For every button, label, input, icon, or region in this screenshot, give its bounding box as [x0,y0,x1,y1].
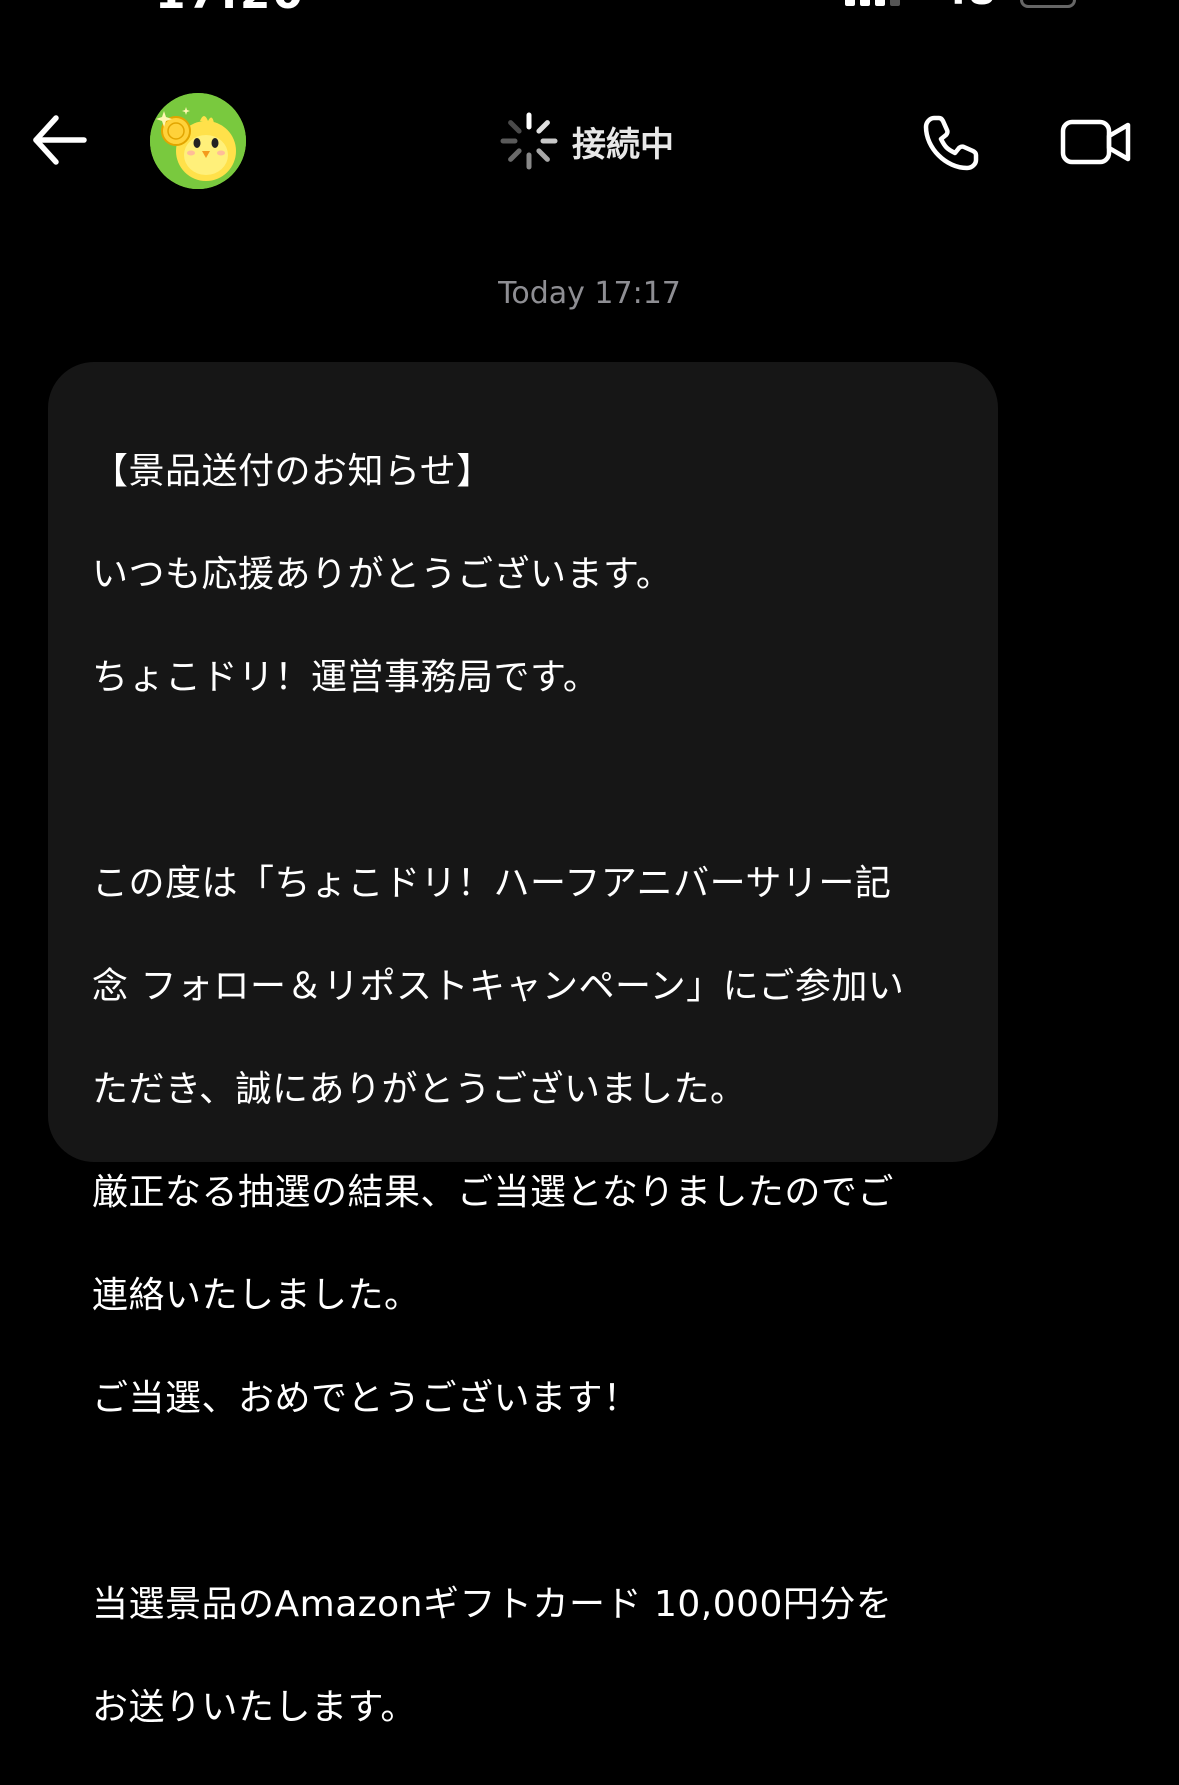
message-line: 当選景品のAmazonギフトカード 10,000円分を [92,1583,893,1625]
status-bar: 17:20 48 [0,0,1179,10]
connection-status-label: 接続中 [572,124,674,165]
message-line: 【景品送付のお知らせ】 [92,450,493,492]
phone-icon[interactable] [920,112,982,174]
signal-icon [845,0,900,6]
chat-header: 接続中 [0,70,1179,220]
message-line: 念 フォロー＆リポストキャンペーン」にご参加い [92,965,905,1007]
message-line: この度は「ちょこドリ！ハーフアニバーサリー記 [92,862,892,904]
loading-spinner-icon [500,112,558,170]
message-line: ちょこドリ！運営事務局です。 [92,656,600,698]
battery-level: 48 [940,0,996,10]
message-line [92,1476,972,1528]
incoming-message-bubble[interactable]: 【景品送付のお知らせ】 いつも応援ありがとうございます。 ちょこドリ！運営事務局… [48,362,998,1728]
chick-illustration [150,93,246,189]
message-line [92,755,972,807]
message-timestamp: Today 17:17 [498,276,681,311]
video-camera-icon[interactable] [1060,116,1132,168]
message-line: お送りいたします。 [92,1686,417,1728]
message-text: 【景品送付のお知らせ】 いつも応援ありがとうございます。 ちょこドリ！運営事務局… [92,394,972,1785]
connection-status: 接続中 [498,110,674,172]
message-line: ご当選、おめでとうございます！ [92,1377,640,1419]
message-line: ただき、誠にありがとうございました。 [92,1068,747,1110]
message-line: いつも応援ありがとうございます。 [92,553,673,595]
chick-avatar-icon[interactable] [150,93,246,189]
message-line: 連絡いたしました。 [92,1274,421,1316]
battery-icon [1020,0,1076,8]
arrow-left-icon[interactable] [28,112,92,168]
status-time: 17:20 [155,0,305,10]
message-line: 厳正なる抽選の結果、ご当選となりましたのでご [92,1171,894,1213]
